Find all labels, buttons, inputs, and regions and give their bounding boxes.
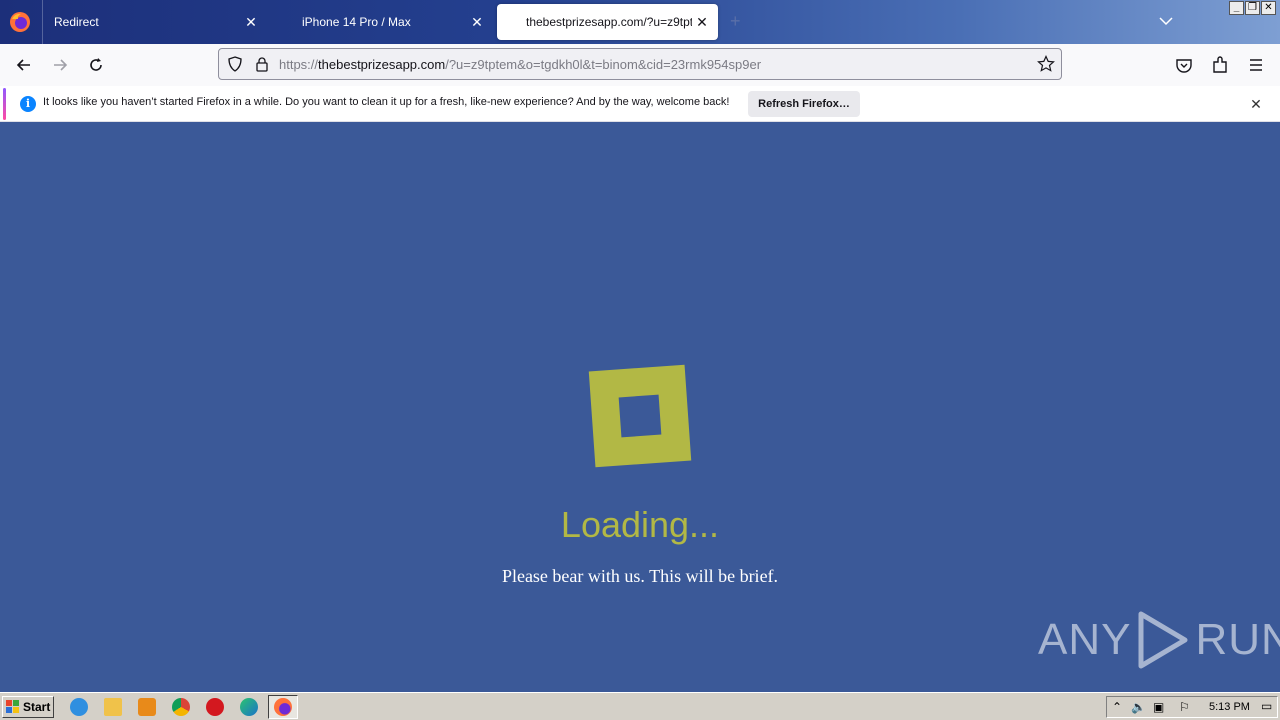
url-host: thebestprizesapp.com	[318, 57, 446, 72]
firefox-menu-icon[interactable]	[9, 11, 31, 33]
notification-message: It looks like you haven’t started Firefo…	[43, 96, 730, 108]
url-scheme: https://	[279, 57, 319, 72]
address-bar[interactable]: https://thebestprizesapp.com/?u=z9tptem&…	[218, 48, 1062, 80]
tab-redirect[interactable]: Redirect ✕	[42, 4, 268, 40]
tab-close-icon[interactable]: ✕	[693, 13, 711, 31]
taskbar: Start ⌃ 🔈 ▣ ⚐ 5:13 PM ▭	[0, 692, 1280, 720]
firefox-icon	[274, 698, 292, 716]
tab-iphone[interactable]: iPhone 14 Pro / Max ✕	[290, 4, 494, 40]
notification-bar: i It looks like you haven’t started Fire…	[0, 86, 1280, 122]
network-icon[interactable]: ▣	[1153, 700, 1164, 714]
edge-icon[interactable]	[240, 698, 258, 716]
loading-subtext: Please bear with us. This will be brief.	[501, 566, 779, 586]
watermark-left-text: ANY	[1038, 615, 1132, 664]
window-controls: _ ❐ ✕	[1229, 1, 1276, 15]
minimize-icon[interactable]: _	[1229, 1, 1244, 15]
page-content: Loading... Please bear with us. This wil…	[0, 122, 1280, 692]
extensions-icon[interactable]	[1210, 55, 1230, 75]
explorer-icon[interactable]	[104, 698, 122, 716]
tab-label: thebestprizesapp.com/?u=z9tptem	[526, 15, 692, 29]
play-icon	[1138, 611, 1188, 669]
start-button[interactable]: Start	[2, 696, 54, 718]
url-text[interactable]: https://thebestprizesapp.com/?u=z9tptem&…	[279, 57, 761, 72]
tray-expand-icon[interactable]: ⌃	[1112, 700, 1122, 714]
volume-icon[interactable]: 🔈	[1131, 700, 1146, 714]
windows-flag-icon	[6, 700, 19, 713]
reload-icon[interactable]	[86, 55, 106, 75]
tab-strip: Redirect ✕ iPhone 14 Pro / Max ✕ thebest…	[0, 0, 1280, 44]
start-label: Start	[23, 700, 51, 714]
watermark-right-text: RUN	[1195, 615, 1280, 664]
tab-label: Redirect	[54, 15, 99, 29]
anyrun-watermark: ANY RUN	[1038, 610, 1280, 670]
navigation-toolbar: https://thebestprizesapp.com/?u=z9tptem&…	[0, 44, 1280, 86]
taskbar-firefox-active[interactable]	[268, 695, 298, 719]
tab-close-icon[interactable]: ✕	[242, 13, 260, 31]
refresh-firefox-button[interactable]: Refresh Firefox…	[748, 91, 860, 117]
new-tab-icon[interactable]: +	[730, 12, 741, 30]
tab-close-icon[interactable]: ✕	[468, 13, 486, 31]
clock[interactable]: 5:13 PM	[1209, 701, 1250, 713]
info-icon: i	[20, 96, 36, 112]
action-center-flag-icon[interactable]: ⚐	[1179, 700, 1190, 714]
opera-icon[interactable]	[206, 698, 224, 716]
forward-icon[interactable]	[50, 55, 70, 75]
loading-spinner-square	[588, 364, 692, 468]
app-menu-icon[interactable]	[1246, 55, 1266, 75]
notification-accent	[3, 88, 6, 120]
back-icon[interactable]	[14, 55, 34, 75]
tab-label: iPhone 14 Pro / Max	[302, 15, 411, 29]
system-tray: ⌃ 🔈 ▣ ⚐ 5:13 PM ▭	[1106, 696, 1278, 718]
pocket-icon[interactable]	[1174, 55, 1194, 75]
lock-icon[interactable]	[255, 56, 269, 72]
notification-close-icon[interactable]: ✕	[1248, 96, 1264, 112]
list-all-tabs-icon[interactable]	[1158, 14, 1174, 28]
close-window-icon[interactable]: ✕	[1261, 1, 1276, 15]
tab-active-prize[interactable]: thebestprizesapp.com/?u=z9tptem ✕	[497, 4, 718, 40]
url-path: /?u=z9tptem&o=tgdkh0l&t=binom&cid=23rmk9…	[445, 57, 762, 72]
restore-icon[interactable]: ❐	[1245, 1, 1260, 15]
loading-heading: Loading...	[560, 504, 720, 545]
show-desktop-icon[interactable]: ▭	[1261, 699, 1272, 713]
media-player-icon[interactable]	[138, 698, 156, 716]
ie-icon[interactable]	[70, 698, 88, 716]
tracking-protection-shield-icon[interactable]	[227, 56, 243, 72]
bookmark-star-icon[interactable]	[1037, 55, 1055, 73]
chrome-icon[interactable]	[172, 698, 190, 716]
